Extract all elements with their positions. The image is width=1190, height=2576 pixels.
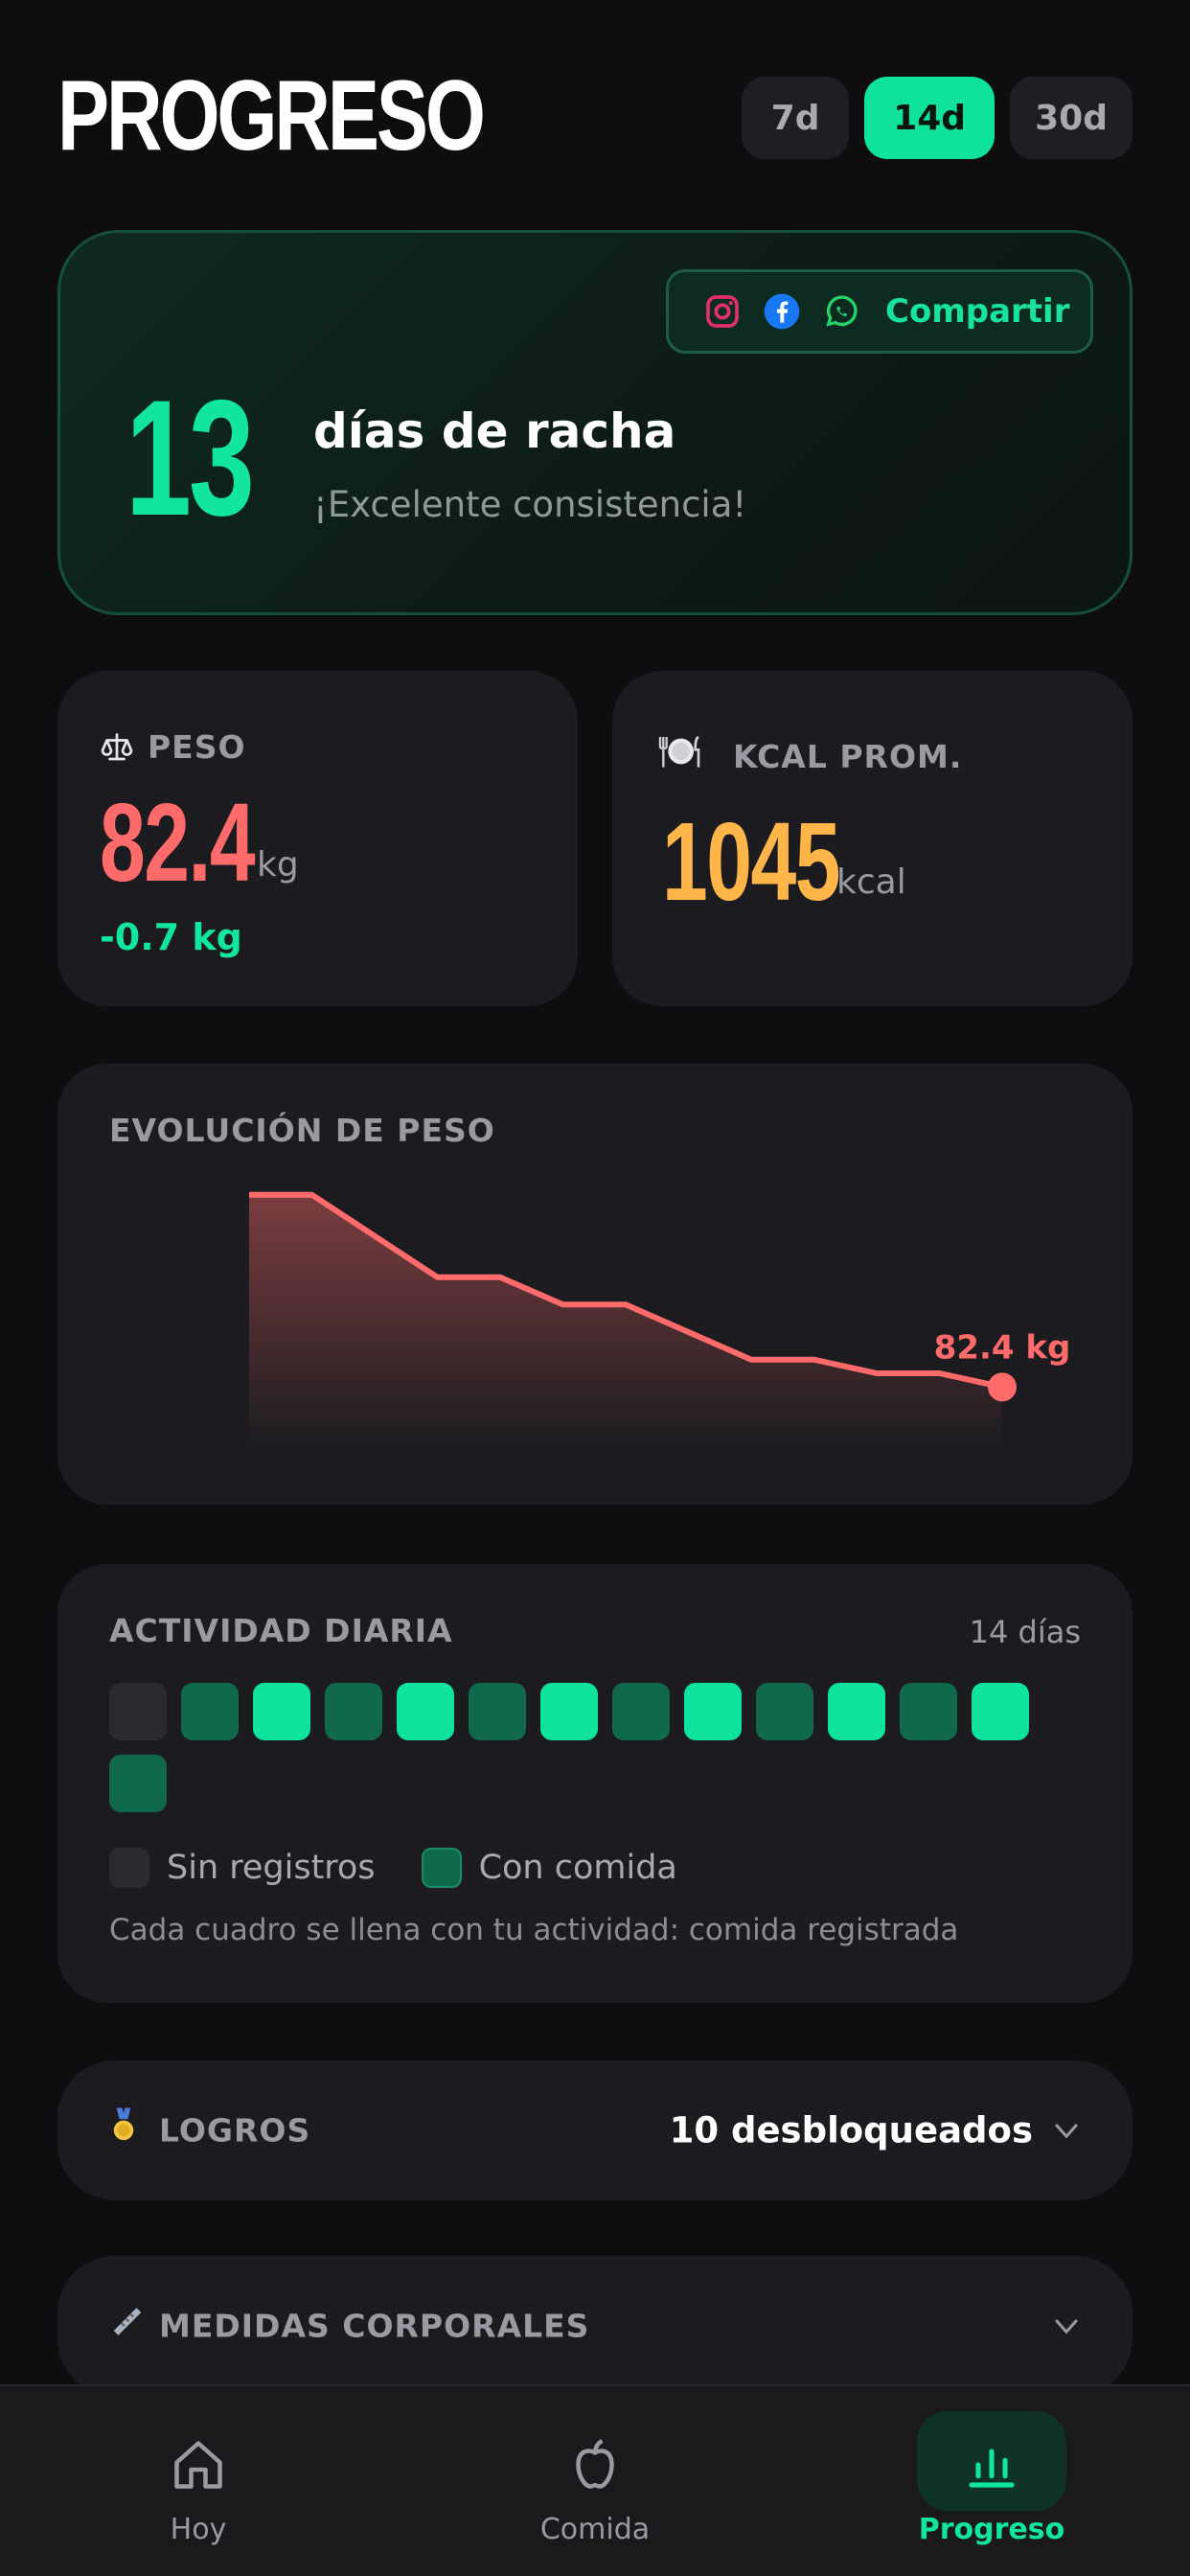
activity-day-cell[interactable] [253,1683,310,1740]
weight-delta: -0.7 kg [100,916,242,958]
tab-food[interactable]: Comida [397,2386,793,2576]
weight-value: 82.4 [100,780,256,905]
medal-icon [109,2107,138,2153]
weight-area [249,1194,1002,1447]
legend-none-label: Sin registros [167,1849,376,1887]
facebook-icon[interactable] [763,292,801,331]
range-tab-7d[interactable]: 7d [742,77,850,159]
activity-note: Cada cuadro se llena con tu actividad: c… [109,1913,959,1947]
tab-progress-label: Progreso [918,2513,1065,2546]
header: PROGRESO 7d 14d 30d [57,58,1133,172]
achievements-count: 10 desbloqueados [669,2109,1033,2151]
activity-day-cell[interactable] [540,1683,598,1740]
page-title: PROGRESO [57,60,486,172]
chevron-down-icon[interactable] [1052,2312,1081,2340]
activity-day-cell[interactable] [900,1683,957,1740]
kcal-unit: kcal [836,862,906,902]
activity-legend: Sin registros Con comida [109,1848,677,1888]
activity-day-cell[interactable] [684,1683,742,1740]
share-label: Compartir [885,292,1070,331]
streak-subtitle: ¡Excelente consistencia! [313,484,747,525]
activity-grid [109,1683,1087,1812]
activity-day-cell[interactable] [972,1683,1029,1740]
kcal-value: 1045 [662,799,841,924]
legend-swatch-none [109,1848,149,1888]
kcal-label: KCAL PROM. [733,738,963,775]
scale-icon [100,730,134,769]
weight-card[interactable]: PESO 82.4 kg -0.7 kg [57,671,578,1006]
activity-days-label: 14 días [969,1614,1081,1650]
activity-card: ACTIVIDAD DIARIA 14 días Sin registros C… [57,1564,1133,2003]
ruler-icon [109,2304,146,2349]
weight-chart: 82.4 kg [249,1191,1071,1447]
streak-card: Compartir 13 días de racha ¡Excelente co… [57,230,1133,615]
weight-last-point[interactable] [988,1372,1017,1402]
activity-day-cell[interactable] [109,1683,167,1740]
apple-icon [564,2434,626,2496]
activity-day-cell[interactable] [612,1683,670,1740]
chevron-down-icon[interactable] [1052,2116,1081,2145]
share-button[interactable]: Compartir [666,269,1093,354]
range-selector: 7d 14d 30d [742,77,1133,159]
range-tab-14d[interactable]: 14d [864,77,995,159]
achievements-label: LOGROS [159,2111,311,2150]
activity-title: ACTIVIDAD DIARIA [109,1612,453,1649]
range-tab-30d[interactable]: 30d [1010,77,1133,159]
home-icon [168,2434,229,2496]
activity-day-cell[interactable] [469,1683,526,1740]
kcal-card[interactable]: KCAL PROM. 1045 kcal [612,671,1133,1006]
activity-day-cell[interactable] [181,1683,239,1740]
activity-day-cell[interactable] [756,1683,813,1740]
streak-label: días de racha [313,403,676,459]
activity-day-cell[interactable] [828,1683,885,1740]
activity-day-cell[interactable] [109,1755,167,1812]
weight-chart-card: EVOLUCIÓN DE PESO 82.4 kg [57,1064,1133,1505]
tab-today-label: Hoy [170,2513,227,2546]
legend-food-label: Con comida [478,1849,677,1887]
activity-day-cell[interactable] [397,1683,454,1740]
tab-today[interactable]: Hoy [0,2386,397,2576]
weight-unit: kg [257,845,299,885]
bar-chart-icon [961,2434,1022,2496]
weight-last-label: 82.4 kg [934,1328,1071,1367]
streak-count: 13 [126,366,255,550]
tab-progress[interactable]: Progreso [793,2386,1190,2576]
whatsapp-icon[interactable] [822,292,860,331]
measurements-row[interactable]: MEDIDAS CORPORALES [57,2256,1133,2396]
plate-icon [654,732,704,774]
activity-day-cell[interactable] [325,1683,382,1740]
legend-swatch-food [421,1848,462,1888]
instagram-icon[interactable] [703,292,742,331]
achievements-row[interactable]: LOGROS 10 desbloqueados [57,2060,1133,2200]
tab-bar: Hoy Comida Progreso [0,2384,1190,2576]
weight-label: PESO [148,728,246,766]
tab-food-label: Comida [539,2513,651,2546]
measurements-label: MEDIDAS CORPORALES [159,2307,590,2345]
